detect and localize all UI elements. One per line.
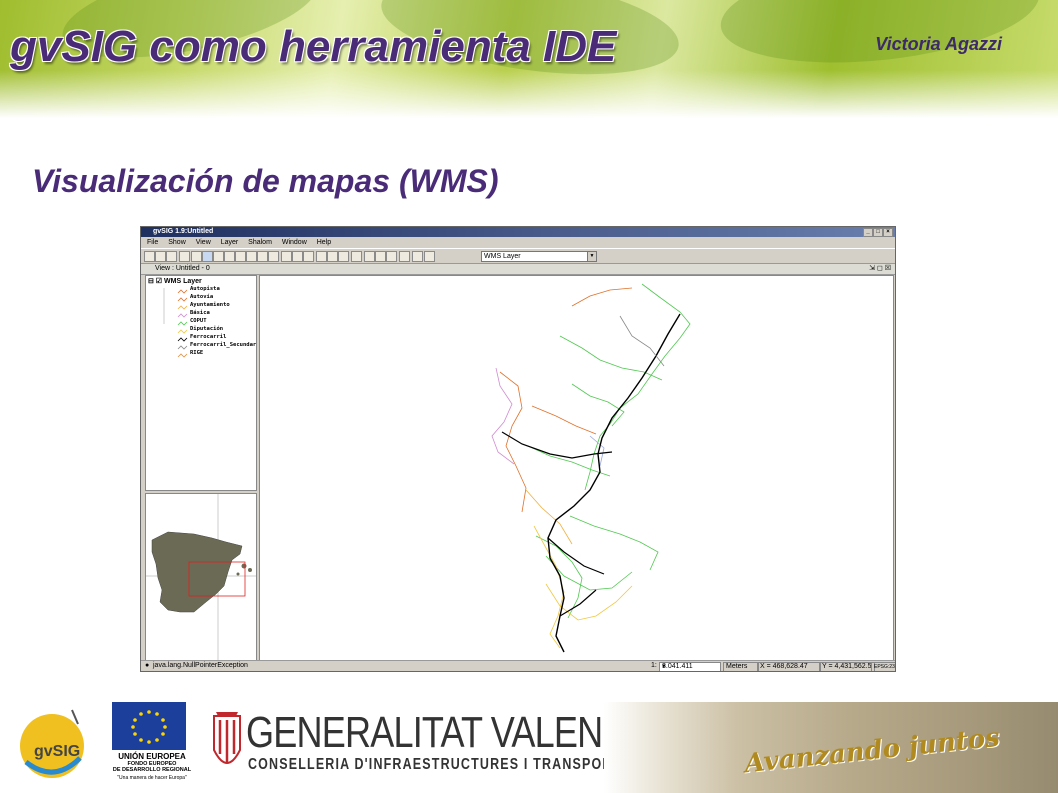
toc-layer-autopista[interactable]: Autopista [190, 286, 220, 292]
city-photo: Avanzando juntos [604, 702, 1058, 793]
chevron-down-icon[interactable]: ▼ [587, 252, 596, 261]
gvsig-logo: gvSIG [14, 704, 94, 784]
zoom-select-icon[interactable] [375, 251, 386, 262]
new-icon[interactable] [144, 251, 155, 262]
window-titlebar: gvSIG 1.9:Untitled _ □ × [141, 227, 895, 237]
scale-input[interactable]: 3.041.411 ▾ [659, 662, 721, 671]
scale-prefix: 1: [651, 662, 657, 669]
toc-layer-ayuntamiento[interactable]: Ayuntamiento [190, 302, 230, 308]
wms-map-drawing [491, 283, 691, 653]
epsg-code: EPSG:23030 [871, 662, 895, 671]
print-icon[interactable] [399, 251, 410, 262]
y-coordinate: Y = 4,431,562.5 [819, 662, 875, 671]
layer-select-value: WMS Layer [484, 253, 521, 260]
eu-flag-icon [112, 702, 186, 750]
save-icon[interactable] [166, 251, 177, 262]
menu-show[interactable]: Show [168, 239, 186, 246]
eu-slogan: "Una manera de hacer Europa" [117, 775, 187, 781]
tagline: Avanzando juntos [743, 722, 1002, 780]
eu-logo: UNIÓN EUROPEA FONDO EUROPEO DE DESARROLL… [112, 702, 192, 781]
svg-text:gvSIG: gvSIG [34, 743, 80, 760]
select-poly-icon[interactable] [338, 251, 349, 262]
error-icon: ● [145, 662, 150, 669]
generalitat-logo: GENERALITAT VALENCIANA CONSELLERIA D'INF… [210, 708, 709, 778]
select-rect-icon[interactable] [316, 251, 327, 262]
add-layer-icon[interactable] [179, 251, 190, 262]
zoom-in-icon[interactable] [191, 251, 202, 262]
view-titlebar: View : Untitled - 0 ⇲ ◻ ☒ [141, 264, 895, 275]
full-extent-icon[interactable] [235, 251, 246, 262]
conselleria-name: CONSELLERIA D'INFRAESTRUCTURES I TRANSPO… [248, 756, 622, 773]
spain-overview-map [146, 494, 256, 660]
delete-icon[interactable] [246, 251, 257, 262]
scale-value: 3.041.411 [662, 663, 693, 670]
status-bar: ● java.lang.NullPointerException 1: 3.04… [141, 660, 895, 671]
map-canvas[interactable] [259, 275, 894, 663]
eu-stars [131, 710, 167, 744]
toc-layer-coput[interactable]: COPUT [190, 318, 207, 324]
menu-layer[interactable]: Layer [221, 239, 239, 246]
slide-title: gvSIG como herramienta IDE [10, 22, 617, 71]
select-icon[interactable] [268, 251, 279, 262]
menu-window[interactable]: Window [282, 239, 307, 246]
menu-view[interactable]: View [196, 239, 211, 246]
layers-icon[interactable] [224, 251, 235, 262]
wms-icon[interactable] [424, 251, 435, 262]
window-title: gvSIG 1.9:Untitled [153, 228, 214, 235]
footer: gvSIG UNIÓN EUROPEA FONDO EUROPEO DE DES… [0, 690, 1058, 793]
pan-icon[interactable] [257, 251, 268, 262]
info-icon[interactable] [281, 251, 292, 262]
units-label: Meters [723, 662, 759, 671]
toc-layer-basica[interactable]: Básica [190, 310, 210, 316]
author-name: Victoria Agazzi [875, 34, 1002, 54]
table-icon[interactable] [351, 251, 362, 262]
toc-layer-ferrocarril[interactable]: Ferrocarril [190, 334, 226, 340]
view-title: View : Untitled - 0 [155, 265, 210, 272]
table-of-contents: ⊟ ☑ WMS Layer Autopista Autovía Ayuntami… [145, 275, 257, 491]
toc-layer-ferrocarril-secundar[interactable]: Ferrocarril_Secundar [190, 342, 256, 348]
hyperlink-icon[interactable] [364, 251, 375, 262]
view-window-controls[interactable]: ⇲ ◻ ☒ [869, 264, 891, 274]
measure-icon[interactable] [292, 251, 303, 262]
zoom-out-icon[interactable] [213, 251, 224, 262]
toc-layer-diputacion[interactable]: Diputación [190, 326, 223, 332]
toc-layer-rige[interactable]: RIGE [190, 350, 203, 356]
area-icon[interactable] [303, 251, 314, 262]
x-coordinate: X = 468,628.47 [757, 662, 821, 671]
locator-icon[interactable] [386, 251, 397, 262]
edit-icon[interactable] [412, 251, 423, 262]
menu-shalom[interactable]: Shalom [248, 239, 272, 246]
layer-select[interactable]: WMS Layer ▼ [481, 251, 597, 262]
eu-fund-label-2: DE DESARROLLO REGIONAL [112, 767, 192, 773]
menu-help[interactable]: Help [317, 239, 331, 246]
gvsig-window: gvSIG 1.9:Untitled _ □ × File Show View … [140, 226, 896, 672]
status-message: java.lang.NullPointerException [153, 662, 248, 669]
eu-union-label: UNIÓN EUROPEA [118, 752, 186, 761]
generalitat-shield-icon [213, 712, 241, 764]
menu-file[interactable]: File [147, 239, 158, 246]
minimize-button[interactable]: _ [863, 228, 873, 237]
maximize-button[interactable]: □ [873, 228, 883, 237]
slide-subtitle: Visualización de mapas (WMS) [32, 163, 499, 199]
zoom-window-icon[interactable] [202, 251, 213, 262]
locator-map[interactable] [145, 493, 257, 661]
close-button[interactable]: × [883, 228, 893, 237]
select-point-icon[interactable] [327, 251, 338, 262]
toolbar: WMS Layer ▼ [141, 248, 895, 264]
open-icon[interactable] [155, 251, 166, 262]
toc-layer-autovia[interactable]: Autovía [190, 294, 213, 300]
menu-bar: File Show View Layer Shalom Window Help [141, 237, 895, 248]
